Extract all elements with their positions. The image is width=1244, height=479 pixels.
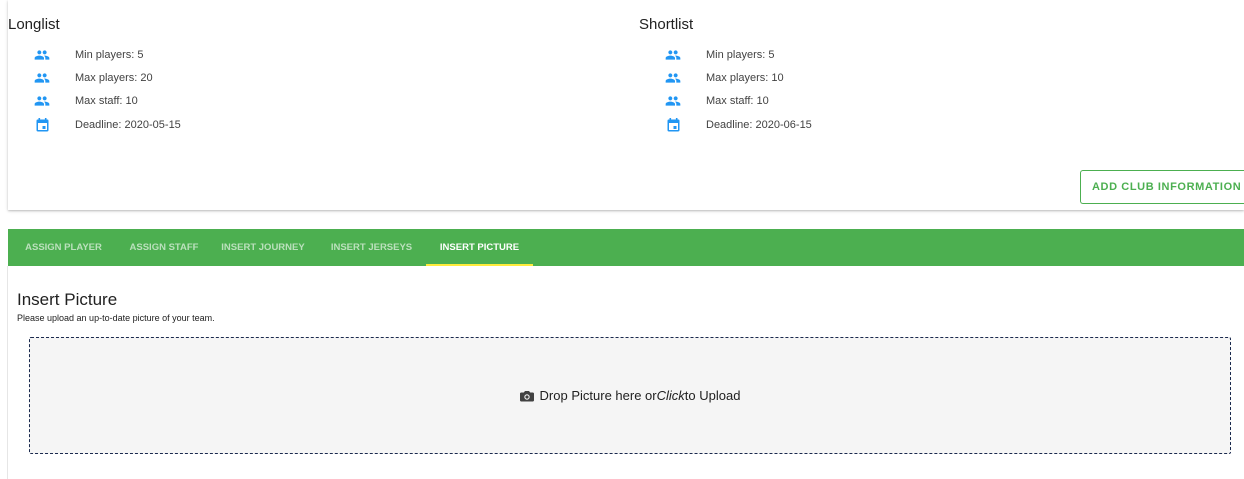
tab-assign-player[interactable]: ASSIGN PLAYER [8,229,119,266]
longlist-item-label: Deadline: 2020-05-15 [75,119,181,131]
dropzone-click-text[interactable]: Click [657,388,685,403]
add-club-information-button[interactable]: ADD CLUB INFORMATION [1080,170,1244,204]
camera-icon [519,390,534,402]
dropzone-text-before: Drop Picture here or [539,388,657,403]
tab-assign-staff[interactable]: ASSIGN STAFF [119,229,209,266]
calendar-icon [663,117,683,133]
people-icon [663,70,683,86]
content-left-border [7,266,8,479]
shortlist-item-min-players: Min players: 5 [663,47,774,63]
tab-insert-journey[interactable]: INSERT JOURNEY [209,229,317,266]
tab-insert-picture[interactable]: INSERT PICTURE [426,229,533,266]
people-icon [663,47,683,63]
people-icon [663,93,683,109]
active-tab-indicator [426,264,533,266]
shortlist-item-deadline: Deadline: 2020-06-15 [663,117,812,133]
longlist-item-max-players: Max players: 20 [32,70,153,86]
calendar-icon [32,117,52,133]
page-subtitle: Please upload an up-to-date picture of y… [17,313,215,323]
page-title: Insert Picture [17,290,118,309]
shortlist-item-label: Max players: 10 [706,72,784,84]
shortlist-item-label: Max staff: 10 [706,95,769,107]
people-icon [32,70,52,86]
people-icon [32,93,52,109]
longlist-title: Longlist [8,16,60,33]
people-icon [32,47,52,63]
dropzone-text-after: to Upload [684,388,741,403]
shortlist-item-label: Deadline: 2020-06-15 [706,119,812,131]
tab-bar: ASSIGN PLAYER ASSIGN STAFF INSERT JOURNE… [8,229,1244,266]
longlist-item-label: Max staff: 10 [75,95,138,107]
longlist-item-label: Max players: 20 [75,72,153,84]
longlist-item-min-players: Min players: 5 [32,47,143,63]
dropzone-label: Drop Picture here or Click to Upload [519,388,741,403]
longlist-item-label: Min players: 5 [75,49,144,61]
longlist-item-max-staff: Max staff: 10 [32,93,138,109]
tab-insert-jerseys[interactable]: INSERT JERSEYS [317,229,426,266]
shortlist-item-max-players: Max players: 10 [663,70,784,86]
longlist-item-deadline: Deadline: 2020-05-15 [32,117,181,133]
shortlist-item-max-staff: Max staff: 10 [663,93,769,109]
shortlist-item-label: Min players: 5 [706,49,775,61]
list-info-card: Longlist Min players: 5 Max players: 20 … [8,0,1244,210]
picture-dropzone[interactable]: Drop Picture here or Click to Upload [29,337,1231,454]
shortlist-title: Shortlist [639,16,694,33]
